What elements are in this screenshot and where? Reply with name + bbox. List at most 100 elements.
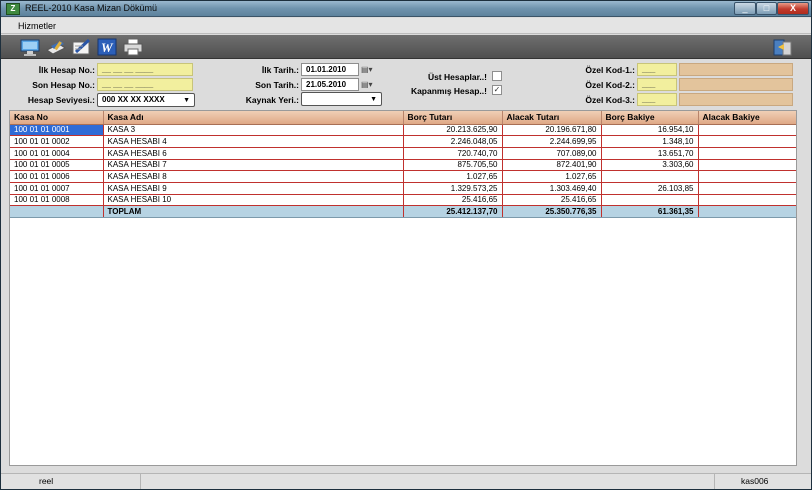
ozel-kod-2-input[interactable]: ___	[637, 78, 677, 91]
ilk-tarih-input[interactable]: 01.01.2010	[301, 63, 359, 76]
cell-alacak-tutari[interactable]: 25.416,65	[502, 194, 602, 207]
edit-icon[interactable]	[45, 38, 66, 56]
cell-alacak-bakiye[interactable]	[698, 124, 796, 137]
main-window: Z REEL-2010 Kasa Mizan Dökümü _ □ X Hizm…	[0, 0, 812, 490]
menu-bar: Hizmetler	[1, 18, 811, 34]
word-icon[interactable]: W	[97, 38, 117, 56]
table-row[interactable]: 100 01 01 0008 KASA HESABI 10 25.416,65 …	[10, 194, 796, 207]
chevron-down-icon: ▼	[183, 97, 190, 104]
ozel-kod-2-label: Özel Kod-2.:	[585, 80, 635, 90]
ilk-hesap-input[interactable]: __ __ __ ____	[97, 63, 193, 76]
cell-alacak-tutari[interactable]: 872.401,90	[502, 159, 602, 172]
cell-alacak-tutari[interactable]: 20.196.671,80	[502, 124, 602, 137]
toolbar: W	[1, 35, 811, 59]
status-middle	[141, 474, 715, 489]
cell-borc-tutari[interactable]: 2.246.048,05	[403, 135, 503, 148]
cell-borc-tutari[interactable]: 1.329.573,25	[403, 182, 503, 195]
column-header-alacak-tutari[interactable]: Alacak Tutarı	[502, 111, 602, 125]
cell-kasa-no[interactable]: 100 01 01 0004	[10, 147, 104, 160]
cell-borc-tutari[interactable]: 875.705,50	[403, 159, 503, 172]
column-header-borc-tutari[interactable]: Borç Tutarı	[403, 111, 503, 125]
cell-borc-tutari[interactable]: 25.416,65	[403, 194, 503, 207]
cell-kasa-adi[interactable]: KASA HESABI 6	[103, 147, 404, 160]
table-row[interactable]: 100 01 01 0002 KASA HESABI 4 2.246.048,0…	[10, 135, 796, 148]
cell-alacak-bakiye[interactable]	[698, 194, 796, 207]
kasa-mizan-grid[interactable]: Kasa No Kasa Adı Borç Tutarı Alacak Tuta…	[9, 110, 797, 466]
table-row[interactable]: 100 01 01 0001 KASA 3 20.213.625,90 20.1…	[10, 124, 796, 137]
ozel-kod-1-description	[679, 63, 793, 76]
svg-text:W: W	[101, 40, 114, 55]
cell-kasa-adi[interactable]: KASA HESABI 10	[103, 194, 404, 207]
cell-borc-bakiye[interactable]: 3.303,60	[601, 159, 699, 172]
ozel-kod-3-input[interactable]: ___	[637, 93, 677, 106]
close-button[interactable]: X	[777, 2, 809, 15]
cell-borc-bakiye[interactable]: 13.651,70	[601, 147, 699, 160]
cell-borc-tutari[interactable]: 1.027,65	[403, 170, 503, 183]
table-row[interactable]: 100 01 01 0007 KASA HESABI 9 1.329.573,2…	[10, 182, 796, 195]
cell-borc-tutari[interactable]: 720.740,70	[403, 147, 503, 160]
grid-header: Kasa No Kasa Adı Borç Tutarı Alacak Tuta…	[10, 111, 796, 125]
minimize-button[interactable]: _	[734, 2, 756, 15]
kaynak-yeri-select[interactable]: ▼	[301, 92, 382, 106]
cell-kasa-adi[interactable]: KASA HESABI 4	[103, 135, 404, 148]
hesap-seviyesi-select[interactable]: 000 XX XX XXXX ▼	[97, 93, 195, 107]
ozel-kod-2-description	[679, 78, 793, 91]
status-bar: reel kas006	[1, 473, 811, 489]
cell-alacak-bakiye[interactable]	[698, 182, 796, 195]
cell-borc-bakiye[interactable]	[601, 194, 699, 207]
cell-kasa-no[interactable]: 100 01 01 0002	[10, 135, 104, 148]
cell-kasa-no[interactable]: 100 01 01 0007	[10, 182, 104, 195]
ilk-tarih-label: İlk Tarih.:	[261, 65, 299, 75]
total-cell-kasa-no	[10, 205, 104, 218]
pen-icon[interactable]	[71, 38, 91, 56]
cell-kasa-adi[interactable]: KASA 3	[103, 124, 404, 137]
cell-borc-bakiye[interactable]: 16.954,10	[601, 124, 699, 137]
kapanmis-hesap-label: Kapanmış Hesap..!	[410, 86, 487, 96]
total-alacak-tutari: 25.350.776,35	[502, 205, 602, 218]
column-header-borc-bakiye[interactable]: Borç Bakiye	[601, 111, 699, 125]
cell-kasa-no[interactable]: 100 01 01 0005	[10, 159, 104, 172]
son-hesap-label: Son Hesap No.:	[32, 80, 95, 90]
exit-icon[interactable]	[771, 38, 792, 56]
column-header-kasa-adi[interactable]: Kasa Adı	[103, 111, 404, 125]
cell-borc-bakiye[interactable]: 1.348,10	[601, 135, 699, 148]
cell-alacak-tutari[interactable]: 2.244.699,95	[502, 135, 602, 148]
cell-kasa-no[interactable]: 100 01 01 0001	[10, 124, 104, 137]
ozel-kod-1-input[interactable]: ___	[637, 63, 677, 76]
cell-kasa-adi[interactable]: KASA HESABI 8	[103, 170, 404, 183]
calendar-icon[interactable]: ▤▾	[361, 79, 379, 91]
ilk-hesap-label: İlk Hesap No.:	[38, 65, 95, 75]
title-bar[interactable]: Z REEL-2010 Kasa Mizan Dökümü _ □ X	[1, 1, 811, 17]
cell-borc-bakiye[interactable]	[601, 170, 699, 183]
cell-alacak-tutari[interactable]: 1.303.469,40	[502, 182, 602, 195]
column-header-alacak-bakiye[interactable]: Alacak Bakiye	[698, 111, 796, 125]
cell-borc-bakiye[interactable]: 26.103,85	[601, 182, 699, 195]
ust-hesaplar-checkbox[interactable]	[492, 71, 502, 81]
table-row[interactable]: 100 01 01 0005 KASA HESABI 7 875.705,50 …	[10, 159, 796, 172]
monitor-icon[interactable]	[20, 38, 40, 56]
cell-borc-tutari[interactable]: 20.213.625,90	[403, 124, 503, 137]
cell-kasa-no[interactable]: 100 01 01 0006	[10, 170, 104, 183]
cell-alacak-bakiye[interactable]	[698, 170, 796, 183]
menu-hizmetler[interactable]: Hizmetler	[18, 21, 56, 31]
cell-alacak-tutari[interactable]: 1.027,65	[502, 170, 602, 183]
table-row[interactable]: 100 01 01 0006 KASA HESABI 8 1.027,65 1.…	[10, 170, 796, 183]
maximize-button[interactable]: □	[756, 2, 777, 15]
cell-alacak-bakiye[interactable]	[698, 159, 796, 172]
printer-icon[interactable]	[122, 38, 143, 56]
cell-alacak-bakiye[interactable]	[698, 135, 796, 148]
column-header-kasa-no[interactable]: Kasa No	[10, 111, 104, 125]
cell-kasa-no[interactable]: 100 01 01 0008	[10, 194, 104, 207]
total-alacak-bakiye	[698, 205, 796, 218]
hesap-seviyesi-value: 000 XX XX XXXX	[102, 95, 165, 104]
calendar-icon[interactable]: ▤▾	[361, 64, 379, 76]
app-icon: Z	[6, 3, 20, 15]
table-row[interactable]: 100 01 01 0004 KASA HESABI 6 720.740,70 …	[10, 147, 796, 160]
cell-kasa-adi[interactable]: KASA HESABI 7	[103, 159, 404, 172]
son-tarih-input[interactable]: 21.05.2010	[301, 78, 359, 91]
son-hesap-input[interactable]: __ __ __ ____	[97, 78, 193, 91]
kapanmis-hesap-checkbox[interactable]: ✓	[492, 85, 502, 95]
cell-kasa-adi[interactable]: KASA HESABI 9	[103, 182, 404, 195]
cell-alacak-bakiye[interactable]	[698, 147, 796, 160]
cell-alacak-tutari[interactable]: 707.089,00	[502, 147, 602, 160]
